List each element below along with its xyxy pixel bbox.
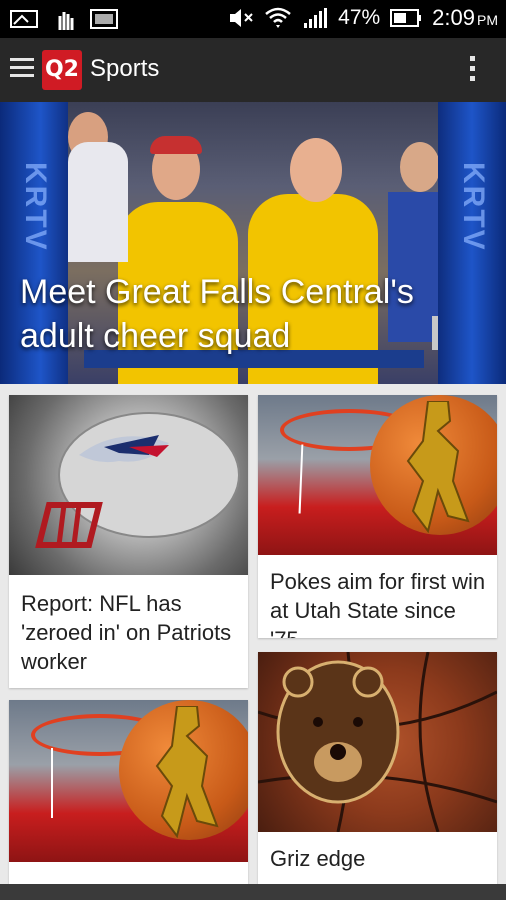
app-bar: Q2 Sports — [0, 38, 506, 102]
grizzly-basketball-image — [258, 652, 497, 833]
patriots-helmet-image — [9, 395, 248, 575]
screenshot-icon — [10, 10, 38, 28]
cowboy-basketball-image — [9, 700, 248, 862]
signal-icon — [304, 8, 328, 28]
helmet-illustration — [35, 412, 240, 548]
wifi-icon — [265, 7, 291, 28]
story-card[interactable] — [9, 700, 248, 900]
q2-logo: Q2 — [42, 50, 82, 90]
story-card[interactable]: Griz edge — [258, 652, 497, 900]
cowboy-basketball-image — [258, 395, 497, 555]
hero-side-text-left: KRTV — [19, 162, 52, 252]
battery-percent: 47% — [338, 6, 381, 29]
gallery-icon — [90, 9, 118, 29]
clock-time: 2:09 — [432, 5, 475, 30]
story-card[interactable]: Report: NFL has 'zeroed in' on Patriots … — [9, 395, 248, 688]
story-card-caption: Griz edge — [270, 846, 366, 871]
cowboy-bronco-logo-icon — [406, 401, 470, 534]
page-title: Sports — [90, 55, 160, 82]
cowboy-bronco-logo-icon — [155, 706, 219, 839]
hero-story[interactable]: KRTV 3 KRTV Meet Great Falls Central's a… — [0, 102, 506, 384]
grizzly-logo-icon — [258, 652, 497, 833]
hero-headline[interactable]: Meet Great Falls Central's adult cheer s… — [20, 270, 490, 358]
hero-side-text-right: KRTV — [457, 162, 490, 252]
hamburger-menu-icon[interactable] — [10, 58, 34, 80]
mute-icon — [230, 9, 253, 27]
story-card-caption: Report: NFL has 'zeroed in' on Patriots … — [21, 591, 232, 674]
status-bar: 47% 2:09 PM — [0, 0, 506, 38]
touch-icon — [58, 12, 74, 30]
story-card[interactable]: Pokes aim for first win at Utah State si… — [258, 395, 497, 638]
bottom-edge — [0, 884, 506, 900]
overflow-menu-icon[interactable] — [470, 56, 476, 84]
battery-icon — [390, 9, 422, 27]
story-card-caption: Pokes aim for first win at Utah State si… — [270, 569, 486, 638]
clock: 2:09 PM — [432, 5, 498, 31]
clock-ampm: PM — [477, 12, 498, 28]
